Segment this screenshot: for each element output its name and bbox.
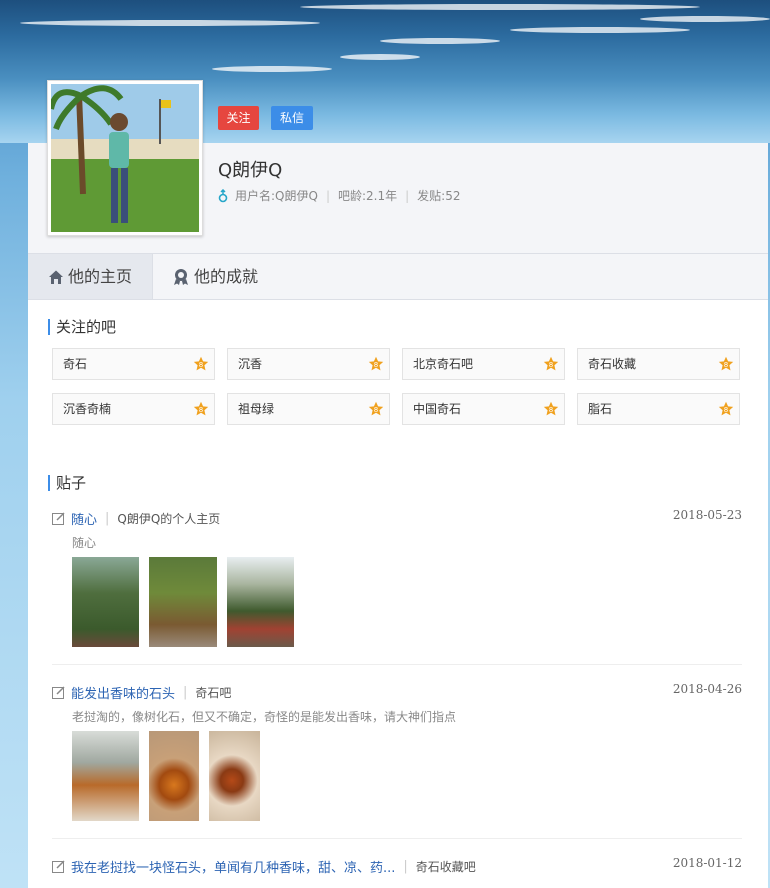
followed-bar-name: 沉香: [238, 357, 263, 371]
followed-bars-title: 关注的吧: [48, 319, 116, 335]
followed-bar-item[interactable]: 北京奇石吧 8: [402, 348, 565, 380]
post-title-link[interactable]: 我在老挝找一块怪石头，单闻有几种香味，甜、凉、药...: [71, 857, 395, 876]
followed-bar-item[interactable]: 沉香奇楠 8: [52, 393, 215, 425]
post-image[interactable]: [149, 557, 217, 647]
medal-icon: [174, 268, 188, 285]
followed-bar-item[interactable]: 沉香 8: [227, 348, 390, 380]
svg-text:8: 8: [374, 406, 378, 414]
level-star-icon: 8: [718, 356, 734, 371]
svg-text:8: 8: [724, 361, 728, 369]
post-excerpt: 老挝淘的，像树化石，但又不确定，奇怪的是能发出香味，请大神们指点: [72, 710, 457, 724]
followed-bar-name: 奇石: [63, 357, 88, 371]
home-icon: [48, 270, 63, 284]
post-image[interactable]: [227, 557, 294, 647]
svg-text:8: 8: [199, 361, 203, 369]
tab-home[interactable]: 他的主页: [28, 254, 153, 299]
profile-tabs: 他的主页 他的成就: [28, 253, 768, 300]
level-star-icon: 8: [193, 356, 209, 371]
followed-bar-item[interactable]: 中国奇石 8: [402, 393, 565, 425]
post-title-link[interactable]: 随心: [71, 509, 97, 528]
profile-username: Q朗伊Q: [218, 160, 283, 181]
post-bar-link[interactable]: 奇石吧: [195, 684, 231, 701]
followed-bar-item[interactable]: 奇石 8: [52, 348, 215, 380]
svg-text:8: 8: [724, 406, 728, 414]
post-item: 能发出香味的石头 | 奇石吧 2018-04-26 老挝淘的，像树化石，但又不确…: [52, 682, 742, 833]
level-star-icon: 8: [718, 401, 734, 416]
post-divider: [52, 664, 742, 665]
follow-button[interactable]: 关注: [218, 106, 259, 130]
svg-text:8: 8: [549, 361, 553, 369]
followed-bar-name: 中国奇石: [413, 402, 462, 416]
level-star-icon: 8: [543, 356, 559, 371]
svg-text:8: 8: [374, 361, 378, 369]
followed-bar-name: 北京奇石吧: [413, 357, 474, 371]
post-title-link[interactable]: 能发出香味的石头: [71, 683, 175, 702]
tab-achievements[interactable]: 他的成就: [172, 254, 258, 299]
post-item: 我在老挝找一块怪石头，单闻有几种香味，甜、凉、药... | 奇石收藏吧 2018…: [52, 857, 742, 887]
profile-meta: 用户名:Q朗伊Q | 吧龄:2.1年 | 发贴:52: [218, 187, 461, 204]
level-star-icon: 8: [368, 356, 384, 371]
level-star-icon: 8: [543, 401, 559, 416]
followed-bar-name: 沉香奇楠: [63, 402, 112, 416]
post-date: 2018-05-23: [672, 508, 742, 522]
edit-icon: [52, 512, 65, 525]
meta-username: 用户名:Q朗伊Q: [235, 189, 318, 203]
followed-bar-item[interactable]: 祖母绿 8: [227, 393, 390, 425]
message-button[interactable]: 私信: [271, 106, 313, 130]
post-bar-link[interactable]: Q朗伊Q的个人主页: [117, 510, 220, 527]
post-date: 2018-01-12: [672, 857, 742, 870]
post-image[interactable]: [72, 557, 139, 647]
avatar[interactable]: [47, 80, 203, 236]
gender-male-icon: [218, 188, 228, 202]
svg-text:8: 8: [549, 406, 553, 414]
followed-bar-name: 祖母绿: [238, 402, 275, 416]
followed-bar-name: 奇石收藏: [588, 357, 637, 371]
followed-bar-item[interactable]: 脂石 8: [577, 393, 740, 425]
post-date: 2018-04-26: [672, 682, 742, 696]
meta-post-count: 发贴:52: [417, 189, 461, 203]
post-item: 随心 | Q朗伊Q的个人主页 2018-05-23 随心: [52, 508, 742, 659]
tab-home-label: 他的主页: [67, 267, 132, 286]
followed-bar-name: 脂石: [588, 402, 613, 416]
post-image[interactable]: [209, 731, 260, 821]
edit-icon: [52, 860, 65, 873]
post-image[interactable]: [72, 731, 139, 821]
level-star-icon: 8: [193, 401, 209, 416]
post-bar-link[interactable]: 奇石收藏吧: [416, 858, 476, 875]
post-divider: [52, 838, 742, 839]
followed-bar-item[interactable]: 奇石收藏 8: [577, 348, 740, 380]
level-star-icon: 8: [368, 401, 384, 416]
posts-section-title: 贴子: [48, 475, 86, 491]
post-image[interactable]: [149, 731, 199, 821]
post-excerpt: 随心: [72, 536, 97, 550]
avatar-photo: [51, 84, 199, 232]
meta-bar-age: 吧龄:2.1年: [337, 189, 398, 203]
tab-achievements-label: 他的成就: [194, 267, 259, 286]
edit-icon: [52, 686, 65, 699]
svg-text:8: 8: [199, 406, 203, 414]
